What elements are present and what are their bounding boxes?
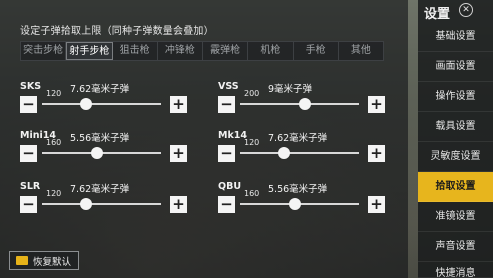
ammo-type: 9毫米子弹 — [268, 84, 313, 95]
ammo-limit-slider[interactable] — [42, 103, 161, 105]
ammo-type: 7.62毫米子弹 — [70, 84, 130, 95]
tab-assault-rifle[interactable]: 突击步枪 — [21, 42, 67, 60]
plus-icon[interactable]: + — [170, 196, 187, 213]
weapon-name: QBU — [218, 181, 242, 192]
sidebar-item-sound[interactable]: 声音设置 — [418, 232, 493, 262]
slider-knob[interactable] — [90, 147, 103, 159]
minus-icon[interactable]: − — [20, 145, 37, 162]
ammo-limit-value: 160 — [46, 138, 62, 147]
slider-knob[interactable] — [288, 198, 301, 210]
ammo-limit-value: 120 — [46, 189, 62, 198]
panel-title: 设定子弹拾取上限（同种子弹数量会叠加） — [20, 26, 214, 37]
ammo-limit-value: 200 — [244, 89, 260, 98]
ammo-limit-value: 120 — [244, 138, 260, 147]
sidebar-item-sensitivity[interactable]: 灵敏度设置 — [418, 142, 493, 172]
pickup-settings-panel: 设定子弹拾取上限（同种子弹数量会叠加） 突击步枪 射手步枪 狙击枪 冲锋枪 霰弹… — [0, 0, 408, 278]
weapon-setting-slr: SLR 7.62毫米子弹 − 120 + — [20, 181, 190, 221]
weapon-name: Mk14 — [218, 130, 247, 141]
sidebar-item-vehicle[interactable]: 载具设置 — [418, 112, 493, 142]
tab-shotgun[interactable]: 霰弹枪 — [203, 42, 249, 60]
sidebar-item-graphics[interactable]: 画面设置 — [418, 52, 493, 82]
reset-default-button[interactable]: 恢复默认 — [9, 251, 79, 270]
minus-icon[interactable]: − — [218, 196, 235, 213]
settings-sidebar: 设置 基础设置 画面设置 操作设置 载具设置 灵敏度设置 拾取设置 准镜设置 声… — [418, 0, 493, 278]
close-icon[interactable]: ✕ — [459, 3, 473, 17]
weapon-category-tabs: 突击步枪 射手步枪 狙击枪 冲锋枪 霰弹枪 机枪 手枪 其他 — [20, 41, 384, 61]
ammo-type: 5.56毫米子弹 — [268, 184, 328, 195]
tab-machine-gun[interactable]: 机枪 — [248, 42, 294, 60]
weapon-name: SKS — [20, 81, 42, 92]
tab-smg[interactable]: 冲锋枪 — [158, 42, 203, 60]
tab-sniper-rifle[interactable]: 狙击枪 — [113, 42, 158, 60]
weapon-name: VSS — [218, 81, 239, 92]
reset-icon — [16, 256, 28, 265]
slider-knob[interactable] — [80, 198, 93, 210]
plus-icon[interactable]: + — [170, 145, 187, 162]
ammo-limit-value: 120 — [46, 89, 62, 98]
ammo-limit-slider[interactable] — [240, 152, 359, 154]
plus-icon[interactable]: + — [368, 96, 385, 113]
plus-icon[interactable]: + — [170, 96, 187, 113]
ammo-type: 7.62毫米子弹 — [70, 184, 130, 195]
sidebar-item-pickup[interactable]: 拾取设置 — [418, 172, 493, 202]
reset-default-label: 恢复默认 — [33, 256, 72, 268]
plus-icon[interactable]: + — [368, 145, 385, 162]
minus-icon[interactable]: − — [20, 96, 37, 113]
ammo-type: 7.62毫米子弹 — [268, 133, 328, 144]
slider-knob[interactable] — [278, 147, 291, 159]
tab-other[interactable]: 其他 — [339, 42, 383, 60]
sidebar-title: 设置 — [424, 7, 451, 22]
tab-pistol[interactable]: 手枪 — [294, 42, 339, 60]
minus-icon[interactable]: − — [218, 96, 235, 113]
weapon-setting-qbu: QBU 5.56毫米子弹 − 160 + — [218, 181, 388, 221]
weapon-name: SLR — [20, 181, 41, 192]
ammo-limit-value: 160 — [244, 189, 260, 198]
ammo-type: 5.56毫米子弹 — [70, 133, 130, 144]
weapon-setting-vss: VSS 9毫米子弹 − 200 + — [218, 81, 388, 121]
minus-icon[interactable]: − — [20, 196, 37, 213]
sidebar-item-quick-message[interactable]: 快捷消息 — [418, 262, 493, 278]
slider-knob[interactable] — [80, 98, 93, 110]
weapon-setting-mini14: Mini14 5.56毫米子弹 − 160 + — [20, 130, 190, 170]
sidebar-item-scope[interactable]: 准镜设置 — [418, 202, 493, 232]
minus-icon[interactable]: − — [218, 145, 235, 162]
plus-icon[interactable]: + — [368, 196, 385, 213]
weapon-setting-mk14: Mk14 7.62毫米子弹 − 120 + — [218, 130, 388, 170]
tab-marksman-rifle[interactable]: 射手步枪 — [66, 42, 113, 60]
sidebar-item-basic[interactable]: 基础设置 — [418, 22, 493, 52]
ammo-limit-slider[interactable] — [42, 203, 161, 205]
weapon-setting-sks: SKS 7.62毫米子弹 − 120 + — [20, 81, 190, 121]
sidebar-item-controls[interactable]: 操作设置 — [418, 82, 493, 112]
slider-knob[interactable] — [299, 98, 312, 110]
